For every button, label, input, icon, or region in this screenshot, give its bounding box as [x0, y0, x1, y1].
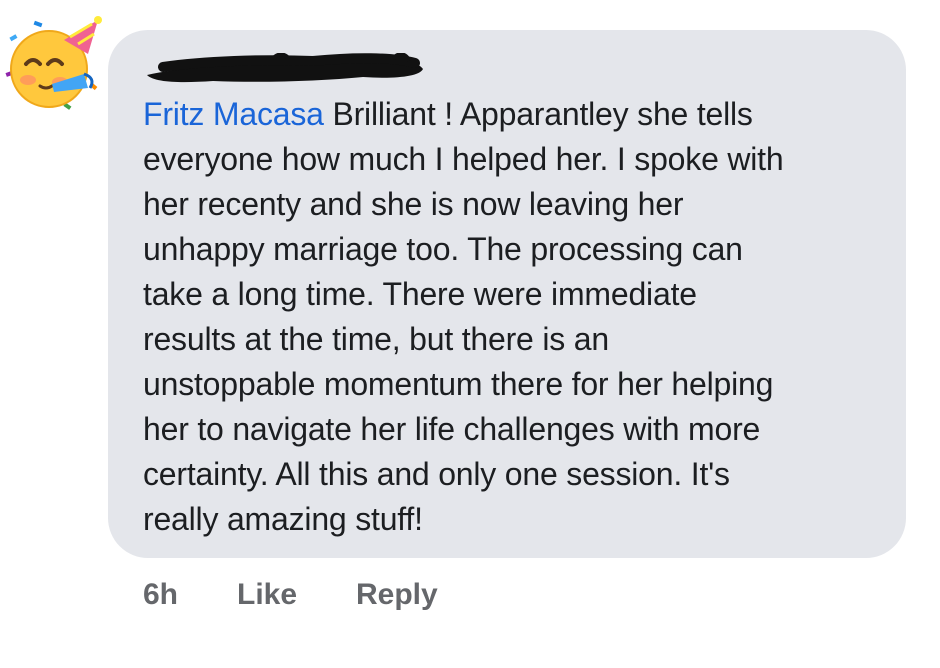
comment-text: Fritz Macasa Brilliant ! Apparantley she… — [143, 92, 883, 542]
like-button[interactable]: Like — [237, 578, 297, 612]
comment-line: her recenty and she is now leaving her — [143, 186, 684, 222]
comment-line: really amazing stuff! — [143, 501, 423, 537]
reply-button[interactable]: Reply — [356, 578, 438, 612]
comment-line: certainty. All this and only one session… — [143, 456, 730, 492]
comment-line: take a long time. There were immediate — [143, 276, 697, 312]
comment-timestamp[interactable]: 6h — [143, 578, 178, 612]
comment-line: Fritz Macasa Brilliant ! Apparantley she… — [143, 92, 883, 137]
partying-face-emoji-icon[interactable] — [4, 14, 104, 114]
comment-line: unstoppable momentum there for her helpi… — [143, 366, 774, 402]
comment-line-text: Brilliant ! Apparantley she tells — [323, 96, 753, 132]
comment-line: results at the time, but there is an — [143, 321, 609, 357]
redacted-name-scribble — [143, 52, 427, 85]
comment-line: unhappy marriage too. The processing can — [143, 231, 743, 267]
comment-line: everyone how much I helped her. I spoke … — [143, 141, 784, 177]
comment-line: her to navigate her life challenges with… — [143, 411, 761, 447]
comment-author-link[interactable]: Fritz Macasa — [143, 96, 324, 132]
